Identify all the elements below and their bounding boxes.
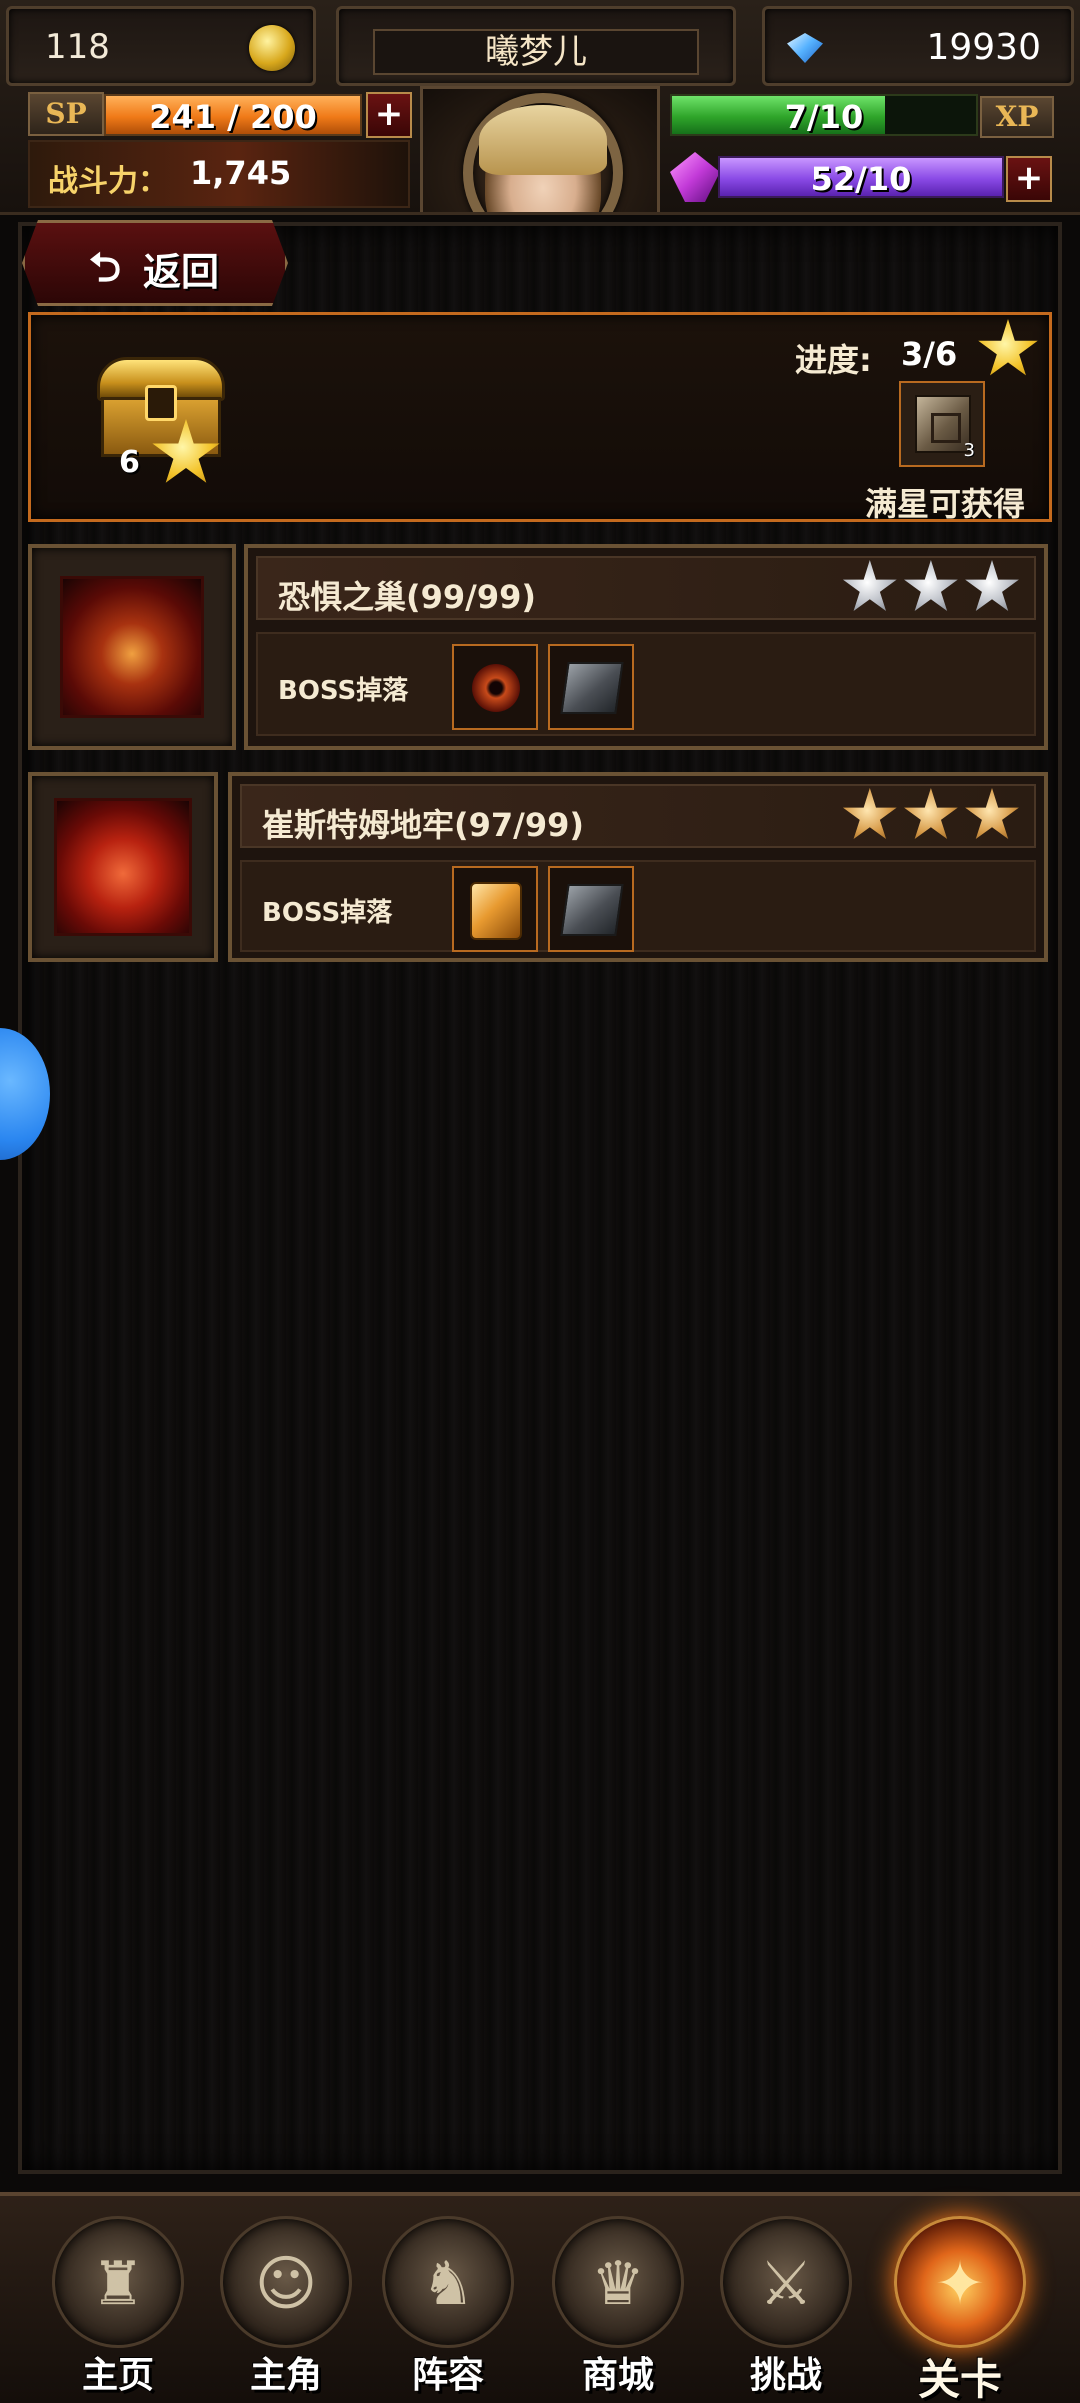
level-box: 118 (6, 6, 316, 86)
dark-orb-icon (472, 664, 520, 712)
mana-bar: 52/10 (718, 156, 1004, 198)
combat-power-box: 战斗力： 1,745 (28, 140, 410, 208)
dungeon-portrait (28, 544, 236, 750)
boss-drops-strip: BOSS掉落 (240, 860, 1036, 952)
drop-item-slot[interactable] (452, 644, 538, 730)
treasure-chest-icon: ♛ (552, 2216, 684, 2348)
star-icon (904, 788, 958, 839)
star-icon (965, 560, 1019, 611)
boss-drops-strip: BOSS掉落 (256, 632, 1036, 736)
nav-lineup[interactable]: ♞ 阵容 (368, 2216, 528, 2396)
xp-bar: 7/10 (670, 94, 978, 136)
nav-stages[interactable]: ✦ 关卡 (880, 2216, 1040, 2403)
nav-label: 商城 (581, 2355, 654, 2396)
dungeon-info: 恐惧之巢(99/99) BOSS掉落 (244, 544, 1048, 750)
sp-label: SP (28, 92, 104, 136)
castle-icon: ♜ (52, 2216, 184, 2348)
sp-bar: 241 / 200 (104, 94, 362, 136)
player-avatar[interactable] (420, 86, 660, 212)
star-icon (842, 560, 897, 611)
xp-value: 7/10 (784, 98, 864, 136)
gem-box[interactable]: 19930 (762, 6, 1074, 86)
spellbook-icon (560, 884, 624, 936)
player-name-box: 曦梦儿 (336, 6, 736, 86)
dungeon-row[interactable]: 恐惧之巢(99/99) BOSS掉落 (28, 544, 1048, 750)
combat-power-label: 战斗力： (48, 164, 168, 199)
gem-count: 19930 (926, 27, 1041, 68)
nav-label: 阵容 (411, 2355, 484, 2396)
chest-star-count: 6 (119, 445, 140, 480)
nav-label: 主角 (249, 2355, 322, 2396)
hero-icon: ☺ (220, 2216, 352, 2348)
dungeon-title: 恐惧之巢(99/99) (278, 578, 537, 616)
add-sp-button[interactable]: + (366, 92, 412, 138)
nav-label: 关卡 (917, 2355, 1002, 2403)
player-name: 曦梦儿 (373, 29, 699, 75)
treasure-chest-icon[interactable] (97, 357, 225, 457)
back-arrow-icon: ⮌ (89, 245, 122, 291)
combat-power-value: 1,745 (190, 154, 292, 192)
nav-home[interactable]: ♜ 主页 (38, 2216, 198, 2396)
helmet-icon: ♞ (382, 2216, 514, 2348)
amber-gem-icon (470, 882, 522, 940)
star-icon (842, 788, 897, 839)
diamond-icon (787, 33, 823, 63)
back-label: 返回 (143, 250, 220, 294)
drop-item-slot[interactable] (548, 644, 634, 730)
nav-label: 挑战 (749, 2355, 822, 2396)
drop-item-slot[interactable] (452, 866, 538, 952)
nav-hero[interactable]: ☺ 主角 (206, 2216, 366, 2396)
dungeon-row[interactable]: 崔斯特姆地牢(97/99) BOSS掉落 (28, 772, 1048, 962)
spellbook-icon (560, 662, 624, 714)
progress-label: 进度: (795, 341, 872, 379)
star-rating (842, 560, 1020, 620)
top-status-bar: 118 曦梦儿 19930 SP 241 / 200 + 战斗力： 1,745 … (0, 0, 1080, 215)
reward-item-slot[interactable]: 3 (899, 381, 985, 467)
star-icon (965, 788, 1019, 839)
progress-value: 3/6 (901, 335, 958, 373)
nav-challenge[interactable]: ⚔ 挑战 (706, 2216, 866, 2396)
progress-star-icon (978, 319, 1038, 376)
crystal-icon (670, 152, 720, 202)
gold-coin-icon (249, 25, 295, 71)
reward-item-count: 3 (963, 440, 975, 461)
star-reward-box: 6 进度: 3/6 3 满星可获得 (28, 312, 1052, 523)
back-button[interactable]: ⮌ 返回 (22, 220, 288, 306)
avatar-hair (479, 105, 607, 175)
red-beast-boss-icon (54, 798, 192, 936)
full-star-reward-label: 满星可获得 (865, 485, 1026, 523)
xp-label: XP (980, 96, 1054, 138)
dungeon-title-strip: 恐惧之巢(99/99) (256, 556, 1036, 620)
boss-drop-label: BOSS掉落 (278, 676, 409, 706)
demon-boss-icon (60, 576, 204, 718)
sp-value: 241 / 200 (149, 98, 317, 136)
star-rating (842, 788, 1020, 848)
bottom-nav: ♜ 主页 ☺ 主角 ♞ 阵容 ♛ 商城 ⚔ 挑战 ✦ 关卡 (0, 2192, 1080, 2403)
dungeon-info: 崔斯特姆地牢(97/99) BOSS掉落 (228, 772, 1048, 962)
player-level: 118 (45, 27, 110, 67)
mana-value: 52/10 (810, 160, 912, 198)
dungeon-title: 崔斯特姆地牢(97/99) (262, 806, 585, 844)
star-icon (904, 560, 958, 611)
crossed-axes-icon: ⚔ (720, 2216, 852, 2348)
dungeon-portrait (28, 772, 218, 962)
stage-flame-icon: ✦ (894, 2216, 1026, 2348)
nav-shop[interactable]: ♛ 商城 (538, 2216, 698, 2396)
drop-item-slot[interactable] (548, 866, 634, 952)
nav-label: 主页 (81, 2355, 154, 2396)
boss-drop-label: BOSS掉落 (262, 898, 393, 928)
dungeon-title-strip: 崔斯特姆地牢(97/99) (240, 784, 1036, 848)
chest-lock (145, 385, 177, 421)
add-mana-button[interactable]: + (1006, 156, 1052, 202)
